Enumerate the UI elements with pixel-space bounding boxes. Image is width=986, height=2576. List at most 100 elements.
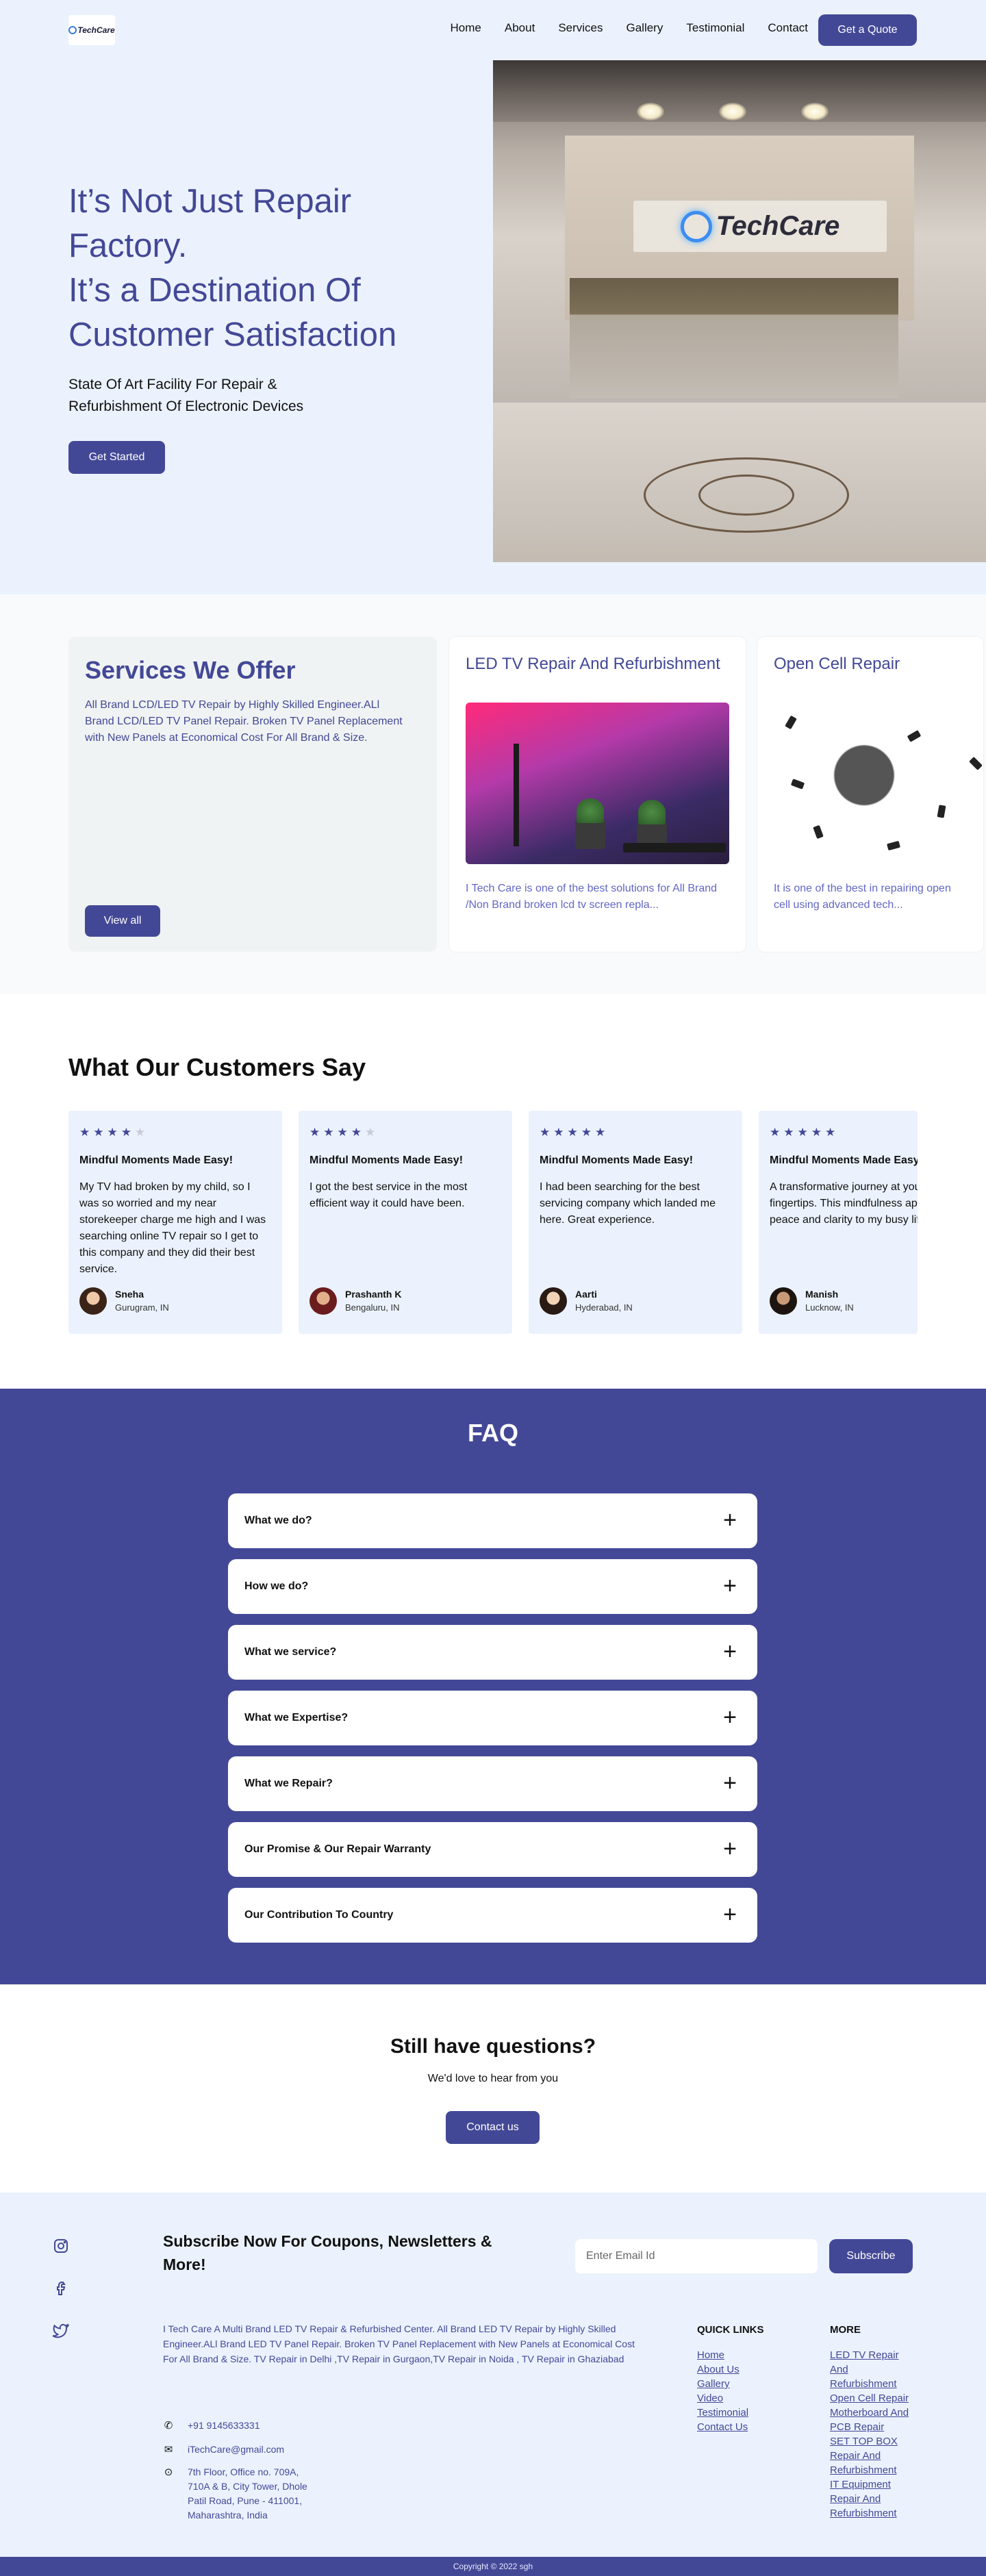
hero-section: It’s Not Just Repair Factory. It’s a Des…: [0, 0, 986, 594]
plus-icon[interactable]: +: [723, 1706, 737, 1729]
service-card-image: [466, 703, 729, 864]
testimonial-text: I got the best service in the most effic…: [309, 1181, 468, 1209]
plus-icon[interactable]: +: [723, 1771, 737, 1795]
main-menu: Home About Services Gallery Testimonial …: [451, 21, 808, 35]
footer: Subscribe Now For Coupons, Newsletters &…: [0, 2193, 986, 2557]
plant-leaves: [577, 798, 604, 823]
more-title: MORE: [830, 2324, 861, 2336]
tv-stand: [514, 744, 519, 846]
testimonial-heading: Mindful Moments Made Easy!: [770, 1154, 918, 1166]
footer-link-home[interactable]: Home: [697, 2348, 800, 2362]
location-pin-icon: ⊙: [164, 2466, 173, 2478]
twitter-icon[interactable]: [52, 2323, 70, 2340]
footer-link-contact[interactable]: Contact Us: [697, 2420, 800, 2434]
service-card-text: It is one of the best in repairing open …: [774, 883, 951, 911]
service-card-open-cell[interactable]: Open Cell Repair It is one of the best i…: [757, 637, 983, 952]
nav-link-about[interactable]: About: [505, 21, 535, 35]
faq-item[interactable]: What we Repair? +: [228, 1756, 757, 1811]
faq-item[interactable]: What we service? +: [228, 1625, 757, 1680]
reception-sign: TechCare: [633, 201, 887, 252]
reviewer-location: Lucknow, IN: [805, 1302, 854, 1313]
ceiling-light: [637, 103, 664, 121]
keyboard: [623, 843, 726, 853]
plus-icon[interactable]: +: [723, 1640, 737, 1663]
more-links-column: MORE LED TV Repair And Refurbishment Ope…: [830, 2324, 913, 2521]
footer-phone: ✆ +91 9145633331: [162, 2419, 260, 2433]
get-quote-button[interactable]: Get a Quote: [818, 14, 917, 46]
testimonials-title: What Our Customers Say: [68, 1053, 366, 1081]
nav-link-home[interactable]: Home: [451, 21, 481, 35]
subscribe-button[interactable]: Subscribe: [829, 2239, 913, 2273]
contact-us-button[interactable]: Contact us: [446, 2111, 540, 2144]
footer-link-led-tv[interactable]: LED TV Repair And Refurbishment: [830, 2348, 913, 2391]
component-chip: [887, 840, 900, 851]
testimonial-heading: Mindful Moments Made Easy!: [309, 1154, 464, 1166]
plus-icon[interactable]: +: [723, 1903, 737, 1926]
email-input[interactable]: [575, 2239, 818, 2273]
plus-icon[interactable]: +: [723, 1837, 737, 1860]
testimonial-card: ★★★★★ Mindful Moments Made Easy! I had b…: [529, 1111, 742, 1334]
avatar: [79, 1287, 107, 1315]
phone-number[interactable]: +91 9145633331: [188, 2419, 260, 2433]
component-chip: [937, 805, 946, 818]
faq-section: FAQ What we do? + How we do? + What we ser…: [0, 1389, 986, 1984]
logo[interactable]: TechCare: [68, 15, 115, 45]
footer-link-testimonial[interactable]: Testimonial: [697, 2405, 800, 2420]
plus-icon[interactable]: +: [723, 1508, 737, 1532]
reviewer-location: Bengaluru, IN: [345, 1302, 400, 1313]
nav-link-testimonial[interactable]: Testimonial: [686, 21, 744, 35]
footer-link-set-top-box[interactable]: SET TOP BOX Repair And Refurbishment: [830, 2434, 913, 2477]
get-started-button[interactable]: Get Started: [68, 441, 165, 474]
faq-title: FAQ: [467, 1419, 518, 1447]
component-chip: [907, 730, 922, 742]
quick-links-column: QUICK LINKS Home About Us Gallery Video …: [697, 2324, 800, 2434]
nav-link-gallery[interactable]: Gallery: [627, 21, 663, 35]
instagram-icon[interactable]: [52, 2238, 70, 2256]
reviewer-location: Hyderabad, IN: [575, 1302, 633, 1313]
logo-ring-icon: [680, 210, 712, 242]
avatar: [540, 1287, 567, 1315]
footer-link-gallery[interactable]: Gallery: [697, 2377, 800, 2391]
component-chip: [790, 779, 805, 790]
subscribe-title: Subscribe Now For Coupons, Newsletters &…: [163, 2232, 492, 2273]
reception-desk: [570, 278, 898, 398]
reviewer-name: Prashanth K: [345, 1289, 402, 1300]
faq-item[interactable]: How we do? +: [228, 1559, 757, 1614]
faq-item[interactable]: Our Contribution To Country +: [228, 1888, 757, 1943]
footer-link-video[interactable]: Video: [697, 2391, 800, 2405]
avatar: [770, 1287, 797, 1315]
footer-email: ✉ iTechCare@gmail.com: [162, 2442, 284, 2457]
quick-links-title: QUICK LINKS: [697, 2324, 764, 2336]
email-address[interactable]: iTechCare@gmail.com: [188, 2442, 284, 2457]
footer-address: ⊙ 7th Floor, Office no. 709A, 710A & B, …: [162, 2465, 318, 2523]
faq-item[interactable]: What we Expertise? +: [228, 1691, 757, 1745]
faq-item[interactable]: Our Promise & Our Repair Warranty +: [228, 1822, 757, 1877]
facebook-icon[interactable]: [52, 2280, 70, 2298]
nav-link-services[interactable]: Services: [558, 21, 603, 35]
footer-link-open-cell[interactable]: Open Cell Repair: [830, 2391, 913, 2405]
logo-ring-icon: [68, 26, 77, 34]
faq-question: What we service?: [244, 1646, 337, 1658]
star-rating: ★★★★★: [540, 1126, 609, 1139]
star-rating: ★★★★★: [79, 1126, 149, 1139]
star-rating: ★★★★★: [770, 1126, 839, 1139]
nav-link-contact[interactable]: Contact: [768, 21, 808, 35]
view-all-button[interactable]: View all: [85, 905, 160, 937]
plus-icon[interactable]: +: [723, 1574, 737, 1598]
service-card-led-tv[interactable]: LED TV Repair And Refurbishment I Tech C…: [449, 637, 746, 952]
testimonial-text: My TV had broken by my child, so I was s…: [79, 1181, 266, 1275]
faq-item[interactable]: What we do? +: [228, 1493, 757, 1548]
mail-icon: ✉: [164, 2444, 173, 2455]
service-card-text: I Tech Care is one of the best solutions…: [466, 883, 718, 911]
floor-pattern: [698, 475, 794, 516]
service-card-title: Open Cell Repair: [774, 655, 900, 673]
reviewer-name: Aarti: [575, 1289, 597, 1300]
footer-link-it-equipment[interactable]: IT Equipment Repair And Refurbishment: [830, 2477, 913, 2521]
faq-question: Our Promise & Our Repair Warranty: [244, 1843, 431, 1855]
avatar: [309, 1287, 337, 1315]
footer-link-about[interactable]: About Us: [697, 2362, 800, 2377]
plant-pot: [575, 819, 605, 849]
cta-subtitle: We'd love to hear from you: [427, 2073, 559, 2084]
hero-image: TechCare: [493, 60, 986, 562]
footer-link-motherboard[interactable]: Motherboard And PCB Repair: [830, 2405, 913, 2434]
